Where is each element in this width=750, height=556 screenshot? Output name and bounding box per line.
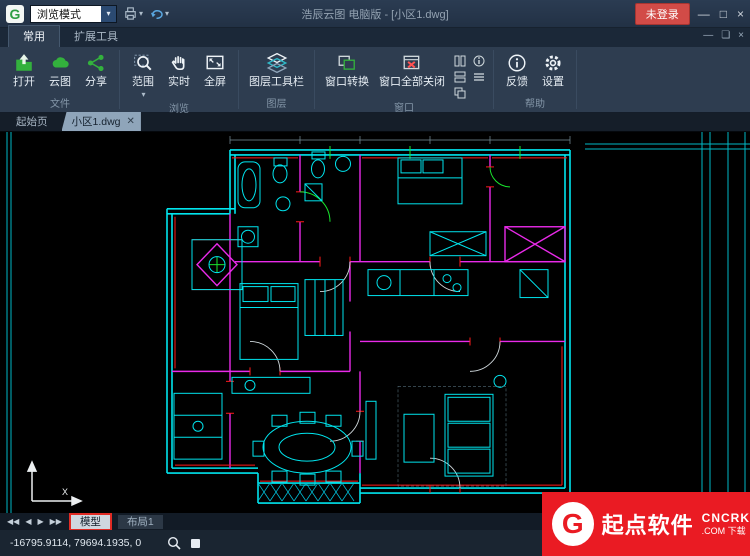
ribbon-tab-bar: 常用 扩展工具 — ❏ × [0, 28, 750, 47]
ribbon-separator [119, 50, 120, 109]
printer-icon [123, 6, 138, 21]
feedback-button[interactable]: 反馈 [499, 48, 535, 89]
window-list-icon[interactable] [472, 70, 485, 83]
ribbon-separator [238, 50, 239, 109]
print-dropdown-caret[interactable]: ▾ [139, 9, 143, 18]
maximize-icon[interactable]: □ [720, 8, 727, 20]
app-window: G 浏览模式 ▾ ▾ ▾ 浩辰云图 电脑版 - [小区1.dwg] 未登录 — [0, 0, 750, 556]
print-button[interactable] [123, 6, 138, 21]
tab-layout1[interactable]: 布局1 [118, 515, 163, 529]
watermark-ad[interactable]: G 起点软件 CNCRK .COM 下载 [542, 492, 750, 556]
feedback-icon [507, 52, 527, 74]
watermark-suffix: .COM 下载 [702, 526, 750, 536]
share-button[interactable]: 分享 [78, 48, 114, 89]
cloud-icon [50, 52, 70, 74]
layer-toolbar-button[interactable]: 图层工具栏 [244, 48, 309, 89]
login-button[interactable]: 未登录 [635, 3, 690, 25]
watermark-brand: 起点软件 [602, 508, 694, 540]
ribbon-group-label-layer: 图层 [244, 95, 309, 112]
grid-toggle-icon[interactable] [191, 539, 200, 548]
tile-horizontal-icon[interactable] [453, 70, 466, 83]
hand-icon [169, 52, 189, 74]
ribbon-group-file: 打开 云图 分享 文件 [2, 47, 118, 112]
ribbon-group-label-help: 帮助 [499, 95, 571, 112]
fullscreen-button[interactable]: 全屏 [197, 48, 233, 89]
minimize-icon[interactable]: — [698, 8, 710, 20]
ribbon-group-label-file: 文件 [6, 95, 114, 112]
ribbon-separator [576, 50, 577, 109]
tab-nav-first-icon[interactable]: ◀◀ [6, 517, 20, 526]
ribbon-group-help: 反馈 设置 帮助 [495, 47, 575, 112]
undo-icon [149, 6, 164, 21]
zoom-dropdown-caret[interactable]: ▾ [141, 90, 145, 99]
mode-select[interactable]: 浏览模式 ▾ [30, 5, 117, 23]
tab-nav-prev-icon[interactable]: ◀ [24, 517, 32, 526]
open-button[interactable]: 打开 [6, 48, 42, 89]
layers-icon [266, 52, 288, 74]
svg-text:X: X [62, 487, 68, 497]
doc-minimize-icon[interactable]: — [703, 30, 713, 41]
tab-drawing-active[interactable]: 小区1.dwg ✕ [62, 112, 141, 131]
share-icon [86, 52, 106, 74]
tab-drawing-label: 小区1.dwg [72, 114, 121, 129]
gear-icon [543, 52, 563, 74]
tab-model[interactable]: 模型 [71, 515, 110, 529]
ribbon-group-window: 窗口转换 窗口全部关闭 [316, 47, 492, 112]
close-all-windows-button[interactable]: 窗口全部关闭 [374, 48, 450, 89]
window-switch-icon [337, 52, 357, 74]
floorplan-svg[interactable]: X [0, 132, 750, 513]
cascade-windows-icon[interactable] [453, 86, 466, 99]
ribbon-tab-ext-tools[interactable]: 扩展工具 [60, 26, 132, 47]
zoom-status-icon[interactable] [167, 536, 181, 550]
doc-close-icon[interactable]: × [738, 30, 744, 41]
ribbon-separator [493, 50, 494, 109]
window-close-all-icon [402, 52, 422, 74]
chevron-down-icon[interactable]: ▾ [101, 6, 116, 22]
undo-dropdown-caret[interactable]: ▾ [165, 9, 169, 18]
app-logo-icon: G [6, 5, 24, 23]
magnifier-icon [133, 52, 153, 74]
coordinates-readout: -16795.9114, 79694.1935, 0 [10, 537, 141, 549]
ribbon: 打开 云图 分享 文件 [0, 47, 750, 113]
tab-start-page[interactable]: 起始页 [4, 112, 60, 131]
tab-nav-last-icon[interactable]: ▶▶ [49, 517, 63, 526]
watermark-logo-icon: G [552, 502, 594, 546]
fullscreen-icon [205, 52, 225, 74]
ribbon-tab-common[interactable]: 常用 [8, 25, 60, 47]
window-title: 浩辰云图 电脑版 - [小区1.dwg] [301, 6, 448, 22]
doc-restore-icon[interactable]: ❏ [721, 30, 730, 41]
undo-button[interactable] [149, 6, 164, 21]
drawing-canvas[interactable]: X [0, 131, 750, 513]
tile-vertical-icon[interactable] [453, 54, 466, 67]
tab-nav-next-icon[interactable]: ▶ [36, 517, 44, 526]
zoom-extents-button[interactable]: 范围 ▾ [125, 48, 161, 100]
watermark-site: CNCRK [702, 512, 750, 526]
ribbon-separator [314, 50, 315, 109]
ribbon-group-layer: 图层工具栏 图层 [240, 47, 313, 112]
cloud-button[interactable]: 云图 [42, 48, 78, 89]
ribbon-group-browse: 范围 ▾ 实时 全屏 浏览 [121, 47, 237, 112]
close-icon[interactable]: × [737, 8, 744, 20]
tab-close-icon[interactable]: ✕ [127, 117, 135, 127]
open-folder-icon [14, 52, 34, 74]
mode-select-value: 浏览模式 [31, 6, 101, 22]
window-switch-button[interactable]: 窗口转换 [320, 48, 374, 89]
info-circle-icon[interactable] [472, 54, 485, 67]
settings-button[interactable]: 设置 [535, 48, 571, 89]
pan-realtime-button[interactable]: 实时 [161, 48, 197, 89]
document-tab-bar: 起始页 小区1.dwg ✕ [0, 113, 750, 131]
titlebar: G 浏览模式 ▾ ▾ ▾ 浩辰云图 电脑版 - [小区1.dwg] 未登录 — [0, 0, 750, 28]
ucs-icon: X [28, 462, 81, 505]
